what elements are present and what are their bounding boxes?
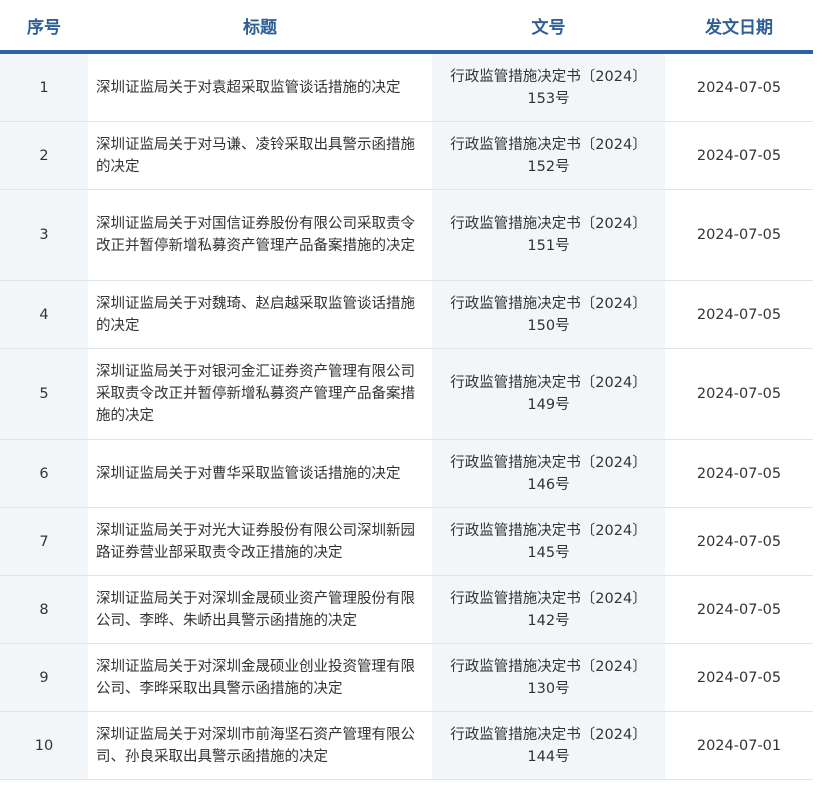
row-date: 2024-07-05 (665, 121, 813, 190)
row-doc-number: 行政监管措施决定书〔2024〕151号 (432, 189, 665, 281)
header-title: 标题 (88, 0, 432, 54)
row-title-link[interactable]: 深圳证监局关于对袁超采取监管谈话措施的决定 (88, 52, 432, 122)
row-number: 2 (0, 121, 88, 190)
row-date: 2024-07-05 (665, 52, 813, 122)
table-row: 6 深圳证监局关于对曹华采取监管谈话措施的决定 行政监管措施决定书〔2024〕1… (0, 439, 813, 508)
row-doc-number: 行政监管措施决定书〔2024〕149号 (432, 348, 665, 440)
header-no: 序号 (0, 0, 88, 54)
row-title-link[interactable]: 深圳证监局关于对深圳金晟硕业资产管理股份有限公司、李晔、朱峤出具警示函措施的决定 (88, 575, 432, 644)
row-date: 2024-07-05 (665, 280, 813, 349)
row-title-link[interactable]: 深圳证监局关于对光大证券股份有限公司深圳新园路证券营业部采取责令改正措施的决定 (88, 507, 432, 576)
row-date: 2024-07-05 (665, 348, 813, 440)
header-doc-number: 文号 (432, 0, 665, 54)
row-date: 2024-07-01 (665, 711, 813, 780)
table-header: 序号 标题 文号 发文日期 (0, 0, 813, 54)
row-doc-number: 行政监管措施决定书〔2024〕142号 (432, 575, 665, 644)
table-row: 10 深圳证监局关于对深圳市前海坚石资产管理有限公司、孙良采取出具警示函措施的决… (0, 711, 813, 780)
table-row: 1 深圳证监局关于对袁超采取监管谈话措施的决定 行政监管措施决定书〔2024〕1… (0, 52, 813, 122)
table-row: 5 深圳证监局关于对银河金汇证券资产管理有限公司采取责令改正并暂停新增私募资产管… (0, 348, 813, 440)
table-row: 9 深圳证监局关于对深圳金晟硕业创业投资管理有限公司、李晔采取出具警示函措施的决… (0, 643, 813, 712)
row-doc-number: 行政监管措施决定书〔2024〕130号 (432, 643, 665, 712)
row-number: 7 (0, 507, 88, 576)
row-number: 4 (0, 280, 88, 349)
row-doc-number: 行政监管措施决定书〔2024〕144号 (432, 711, 665, 780)
row-number: 8 (0, 575, 88, 644)
row-doc-number: 行政监管措施决定书〔2024〕153号 (432, 52, 665, 122)
row-number: 6 (0, 439, 88, 508)
row-number: 3 (0, 189, 88, 281)
table-row: 2 深圳证监局关于对马谦、凌铃采取出具警示函措施的决定 行政监管措施决定书〔20… (0, 121, 813, 190)
header-row: 序号 标题 文号 发文日期 (0, 0, 813, 54)
row-number: 1 (0, 52, 88, 122)
row-title-link[interactable]: 深圳证监局关于对马谦、凌铃采取出具警示函措施的决定 (88, 121, 432, 190)
row-date: 2024-07-05 (665, 575, 813, 644)
table-row: 7 深圳证监局关于对光大证券股份有限公司深圳新园路证券营业部采取责令改正措施的决… (0, 507, 813, 576)
row-doc-number: 行政监管措施决定书〔2024〕150号 (432, 280, 665, 349)
decisions-table-container: 序号 标题 文号 发文日期 1 深圳证监局关于对袁超采取监管谈话措施的决定 行政… (0, 0, 813, 786)
row-title-link[interactable]: 深圳证监局关于对深圳市前海坚石资产管理有限公司、孙良采取出具警示函措施的决定 (88, 711, 432, 780)
row-number: 9 (0, 643, 88, 712)
row-doc-number: 行政监管措施决定书〔2024〕146号 (432, 439, 665, 508)
row-title-link[interactable]: 深圳证监局关于对银河金汇证券资产管理有限公司采取责令改正并暂停新增私募资产管理产… (88, 348, 432, 440)
row-title-link[interactable]: 深圳证监局关于对国信证券股份有限公司采取责令改正并暂停新增私募资产管理产品备案措… (88, 189, 432, 281)
row-date: 2024-07-05 (665, 439, 813, 508)
row-date: 2024-07-05 (665, 507, 813, 576)
row-number: 5 (0, 348, 88, 440)
row-doc-number: 行政监管措施决定书〔2024〕152号 (432, 121, 665, 190)
row-date: 2024-07-05 (665, 189, 813, 281)
table-row: 8 深圳证监局关于对深圳金晟硕业资产管理股份有限公司、李晔、朱峤出具警示函措施的… (0, 575, 813, 644)
row-date: 2024-07-05 (665, 643, 813, 712)
row-number: 10 (0, 711, 88, 780)
table-body: 1 深圳证监局关于对袁超采取监管谈话措施的决定 行政监管措施决定书〔2024〕1… (0, 52, 813, 780)
header-date: 发文日期 (665, 0, 813, 54)
row-title-link[interactable]: 深圳证监局关于对魏琦、赵启越采取监管谈话措施的决定 (88, 280, 432, 349)
row-title-link[interactable]: 深圳证监局关于对深圳金晟硕业创业投资管理有限公司、李晔采取出具警示函措施的决定 (88, 643, 432, 712)
table-row: 4 深圳证监局关于对魏琦、赵启越采取监管谈话措施的决定 行政监管措施决定书〔20… (0, 280, 813, 349)
row-title-link[interactable]: 深圳证监局关于对曹华采取监管谈话措施的决定 (88, 439, 432, 508)
table-row: 3 深圳证监局关于对国信证券股份有限公司采取责令改正并暂停新增私募资产管理产品备… (0, 189, 813, 281)
decisions-table: 序号 标题 文号 发文日期 1 深圳证监局关于对袁超采取监管谈话措施的决定 行政… (0, 0, 813, 780)
row-doc-number: 行政监管措施决定书〔2024〕145号 (432, 507, 665, 576)
